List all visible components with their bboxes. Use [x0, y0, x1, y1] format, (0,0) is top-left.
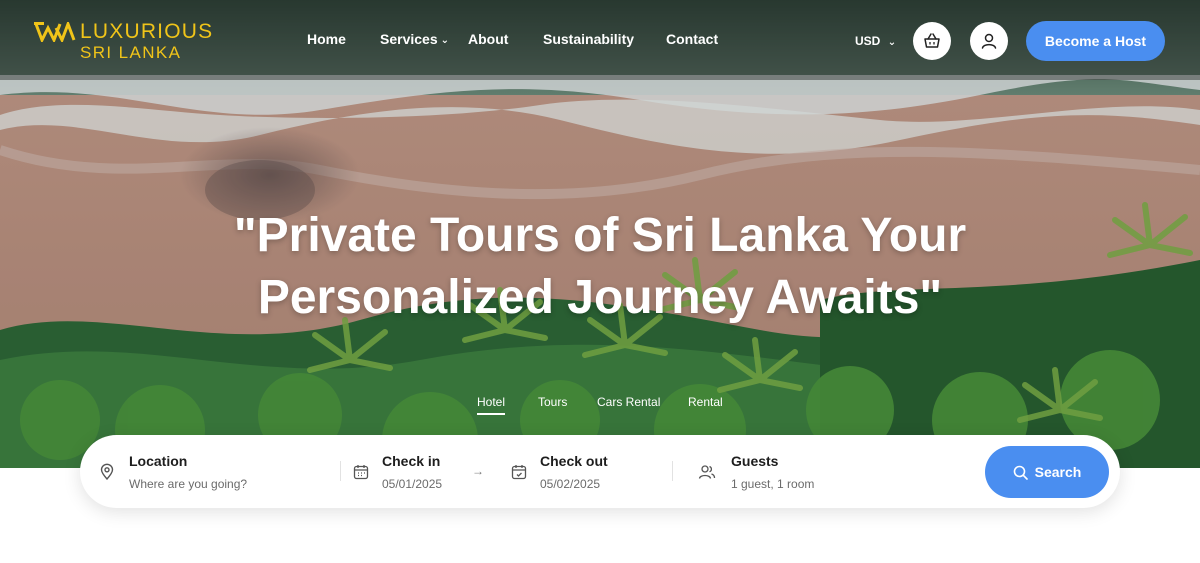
user-icon — [981, 33, 997, 49]
hero-headline: "Private Tours of Sri Lanka Your Persona… — [0, 205, 1200, 329]
guests-value: 1 guest, 1 room — [731, 477, 815, 491]
guests-field[interactable]: Guests 1 guest, 1 room — [690, 435, 890, 508]
nav-link-contact[interactable]: Contact — [666, 31, 718, 47]
top-navbar: LUXURIOUS SRI LANKA Home Services ⌄ About… — [0, 0, 1200, 80]
nav-link-sustainability[interactable]: Sustainability — [543, 31, 634, 47]
tab-hotel[interactable]: Hotel — [477, 395, 506, 415]
currency-label: USD — [855, 34, 881, 48]
brand-name-line2: SRI LANKA — [80, 43, 182, 62]
tab-rental[interactable]: Rental — [688, 395, 723, 409]
field-divider — [672, 461, 673, 481]
nav-link-about[interactable]: About — [468, 31, 508, 47]
search-button[interactable]: Search — [985, 446, 1109, 498]
location-field[interactable]: Location Where are you going? — [80, 435, 335, 508]
chevron-down-icon: ⌄ — [887, 37, 897, 48]
chevron-down-icon: ⌄ — [440, 35, 449, 46]
location-placeholder: Where are you going? — [129, 477, 248, 491]
tab-hotel-label: Hotel — [477, 395, 506, 409]
crown-logo-icon — [34, 22, 76, 42]
calendar-icon — [511, 465, 527, 480]
tab-cars-rental[interactable]: Cars Rental — [597, 395, 660, 409]
tab-tours[interactable]: Tours — [538, 395, 567, 409]
check-in-field[interactable]: Check in 05/01/2025 — [348, 435, 468, 508]
hero-section: LUXURIOUS SRI LANKA Home Services ⌄ About… — [0, 0, 1200, 468]
brand-logo[interactable]: LUXURIOUS SRI LANKA — [34, 18, 224, 62]
account-button[interactable] — [970, 22, 1008, 60]
nav-link-home[interactable]: Home — [307, 31, 346, 47]
hero-headline-line1: "Private Tours of Sri Lanka Your — [233, 209, 967, 262]
check-out-field[interactable]: Check out 05/02/2025 — [506, 435, 666, 508]
check-in-label: Check in — [382, 453, 441, 469]
brand-name-line1: LUXURIOUS — [80, 20, 214, 43]
search-icon — [1013, 465, 1028, 480]
nav-link-services[interactable]: Services ⌄ — [380, 31, 449, 47]
arrow-right-icon: → — [472, 464, 484, 478]
become-host-button[interactable]: Become a Host — [1026, 21, 1165, 61]
nav-link-services-label: Services — [380, 31, 438, 47]
basket-icon — [924, 33, 940, 48]
search-button-label: Search — [1034, 464, 1082, 480]
active-tab-indicator — [477, 413, 506, 415]
check-in-date: 05/01/2025 — [382, 477, 443, 491]
map-pin-icon — [100, 463, 114, 481]
users-icon — [698, 465, 716, 479]
guests-label: Guests — [731, 453, 779, 469]
field-divider — [340, 461, 341, 481]
check-out-date: 05/02/2025 — [540, 477, 601, 491]
calendar-icon — [353, 465, 369, 480]
location-label: Location — [129, 453, 188, 469]
currency-selector[interactable]: USD ⌄ — [855, 34, 896, 48]
hero-headline-line2: Personalized Journey Awaits" — [257, 271, 943, 324]
cart-button[interactable] — [913, 22, 951, 60]
check-out-label: Check out — [540, 453, 608, 469]
booking-search-bar: Location Where are you going? Check in 0… — [80, 435, 1120, 508]
